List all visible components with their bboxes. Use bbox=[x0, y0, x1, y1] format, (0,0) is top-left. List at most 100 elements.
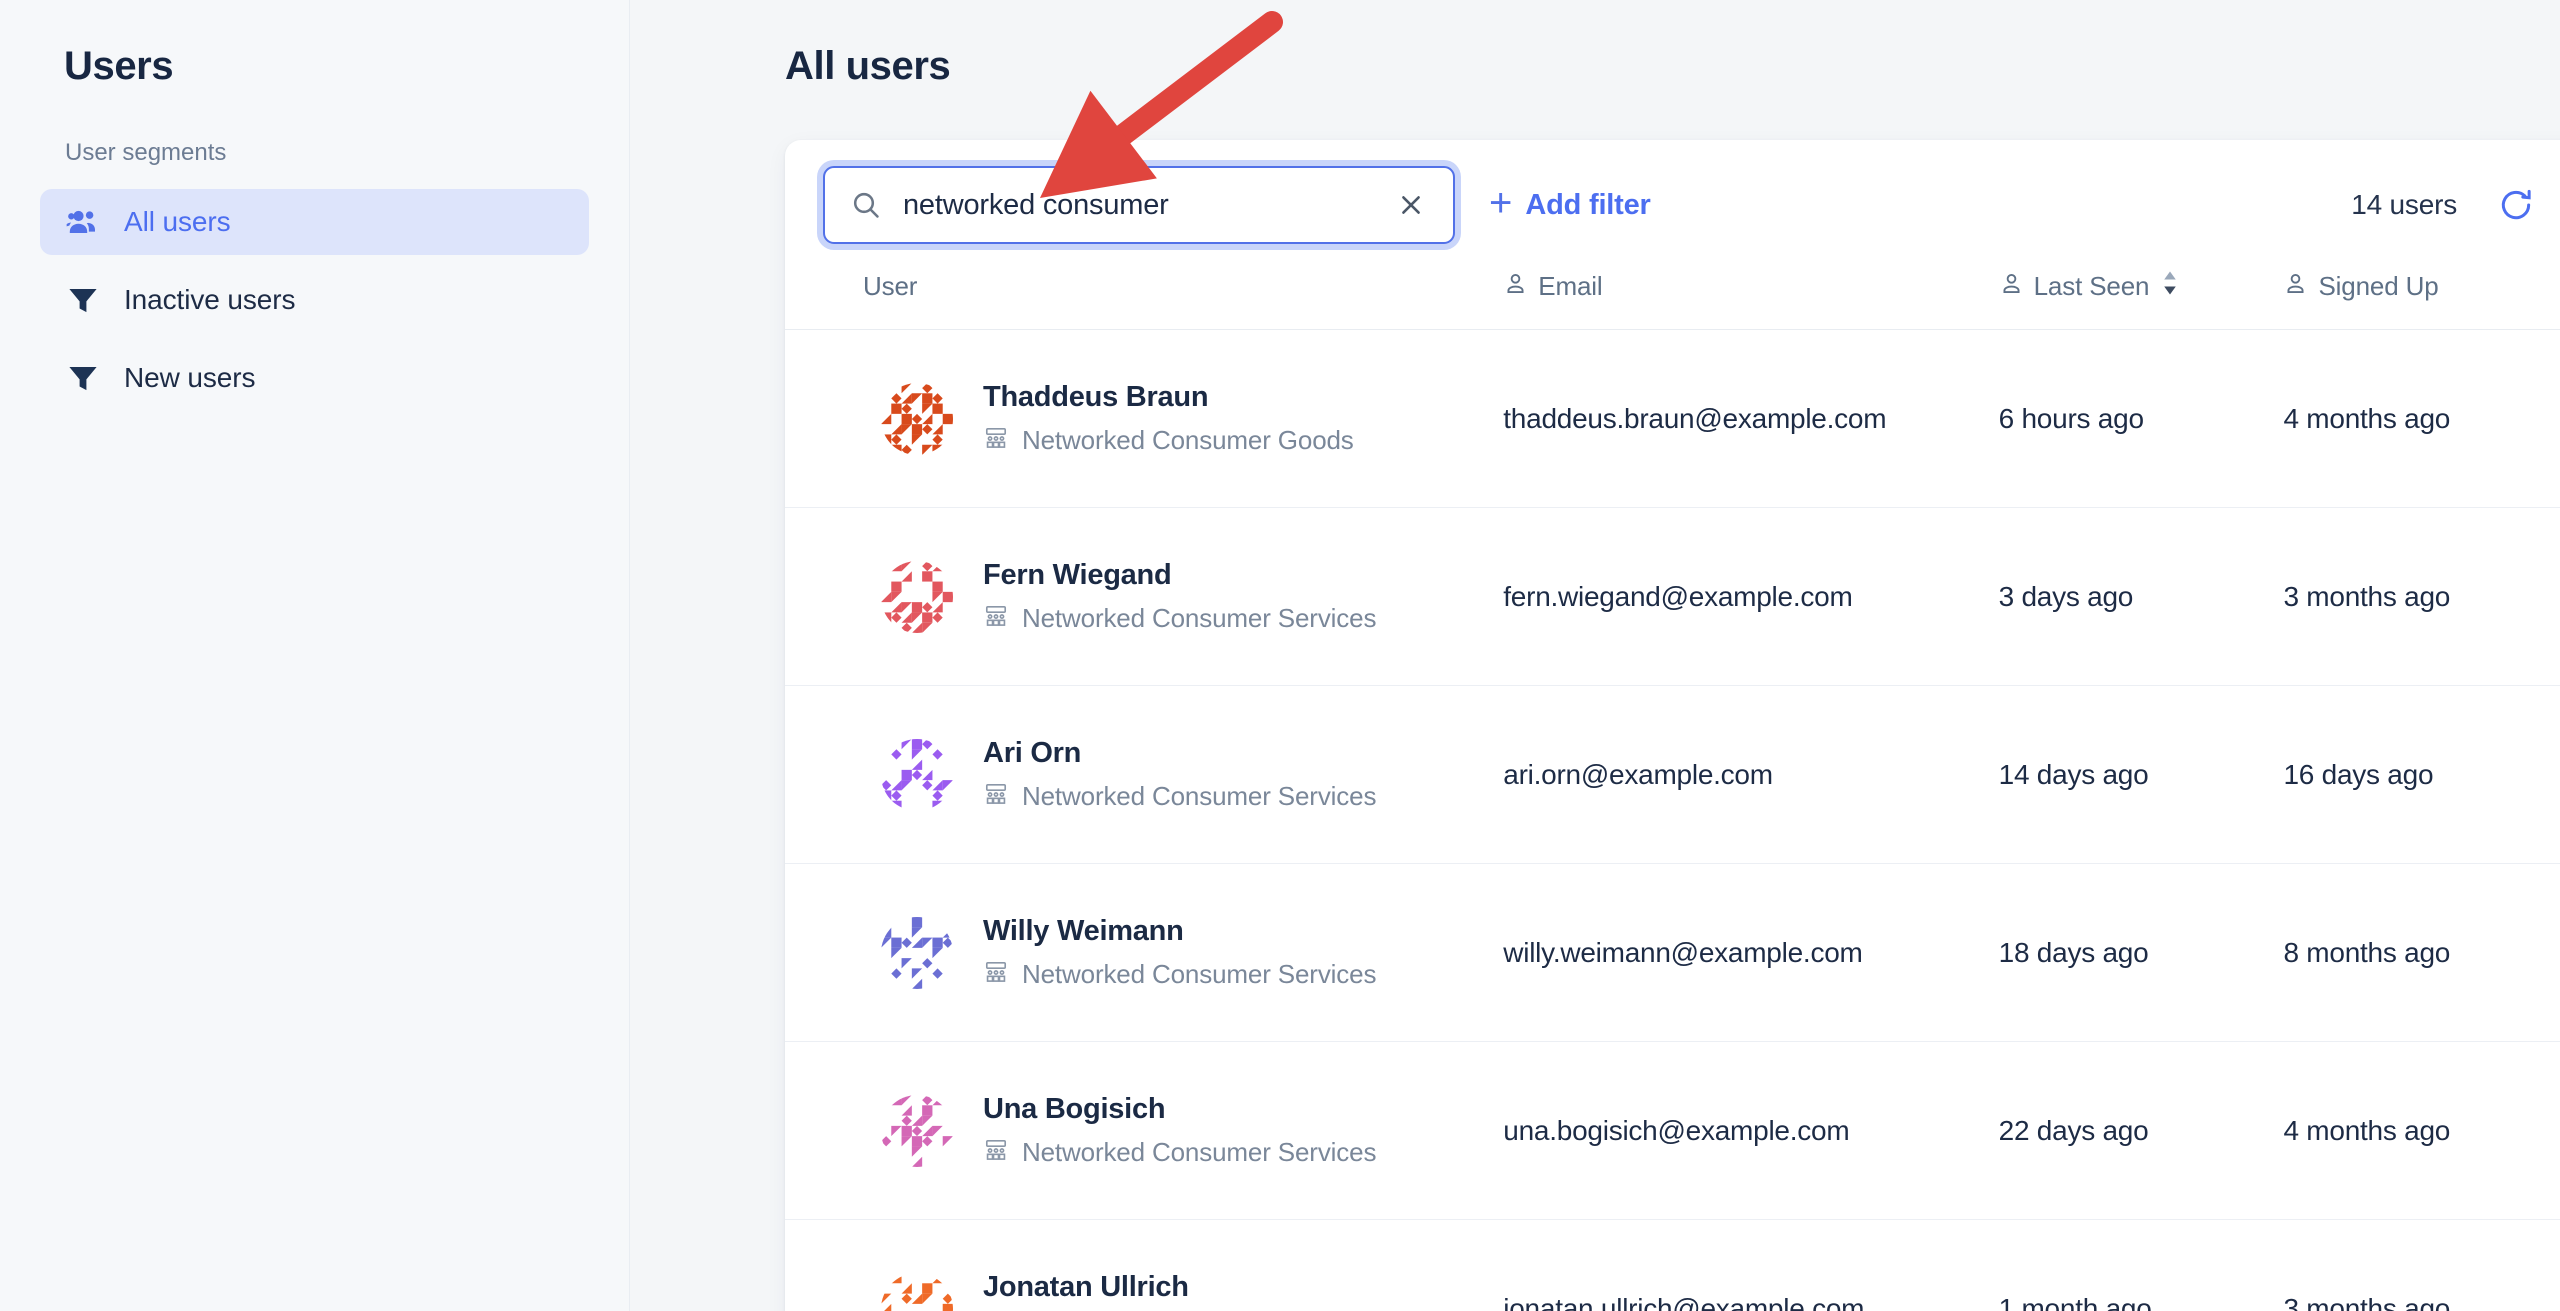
toolbar-right-group: 14 users bbox=[2351, 184, 2560, 226]
user-name[interactable]: Willy Weimann bbox=[983, 915, 1376, 948]
column-label: Email bbox=[1538, 271, 1603, 301]
sidebar: Users User segments All users Inactive u… bbox=[0, 0, 630, 1311]
table-row[interactable]: Jonatan Ullrich Networked Consumer Servi… bbox=[785, 1220, 2560, 1311]
person-icon bbox=[2283, 271, 2308, 303]
cell-last-seen: 1 month ago bbox=[1999, 1220, 2284, 1311]
sidebar-item-label: All users bbox=[124, 206, 231, 237]
table-row[interactable]: Fern Wiegand Networked Consumer Services… bbox=[785, 508, 2560, 686]
company-building-icon bbox=[983, 425, 1009, 456]
person-icon bbox=[1999, 271, 2024, 303]
user-name[interactable]: Jonatan Ullrich bbox=[983, 1271, 1376, 1304]
company-name: Networked Consumer Goods bbox=[1022, 425, 1354, 456]
search-input[interactable] bbox=[903, 188, 1391, 222]
avatar bbox=[881, 1272, 953, 1311]
sidebar-item-inactive-users[interactable]: Inactive users bbox=[40, 267, 589, 333]
column-header-email[interactable]: Email bbox=[1503, 270, 1998, 330]
cell-email: una.bogisich@example.com bbox=[1503, 1042, 1998, 1220]
cell-signed-up: 8 months ago bbox=[2283, 864, 2560, 1042]
cell-email: thaddeus.braun@example.com bbox=[1503, 330, 1998, 508]
last-seen-value: 1 month ago bbox=[1998, 1292, 2152, 1311]
users-table: User Email Last Seen Signed Up Thaddeus … bbox=[785, 270, 2560, 1311]
user-company: Networked Consumer Services bbox=[983, 781, 1376, 812]
user-segments-list: All users Inactive users New users bbox=[40, 189, 589, 411]
cell-user: Thaddeus Braun Networked Consumer Goods bbox=[785, 330, 1503, 508]
cell-last-seen: 22 days ago bbox=[1999, 1042, 2284, 1220]
users-card: + Add filter 14 users bbox=[785, 140, 2560, 1311]
add-filter-label: Add filter bbox=[1525, 188, 1651, 221]
last-seen-value: 14 days ago bbox=[1998, 758, 2149, 790]
last-seen-value: 18 days ago bbox=[1998, 936, 2149, 968]
last-seen-value: 22 days ago bbox=[1998, 1114, 2149, 1146]
user-name[interactable]: Ari Orn bbox=[983, 737, 1376, 770]
cell-email: willy.weimann@example.com bbox=[1503, 864, 1998, 1042]
company-building-icon bbox=[983, 1137, 1009, 1168]
main-content: All users networked consumer + Add filte… bbox=[630, 0, 2560, 1311]
cell-signed-up: 4 months ago bbox=[2283, 330, 2560, 508]
user-segments-label: User segments bbox=[65, 139, 227, 166]
column-header-user[interactable]: User bbox=[785, 270, 1503, 330]
user-company: Networked Consumer Services bbox=[983, 1137, 1376, 1168]
sort-arrows-icon[interactable] bbox=[2161, 270, 2179, 303]
email-value: thaddeus.braun@example.com bbox=[1503, 402, 1887, 434]
cell-user: Willy Weimann Networked Consumer Service… bbox=[785, 864, 1503, 1042]
cell-user: Fern Wiegand Networked Consumer Services bbox=[785, 508, 1503, 686]
user-name[interactable]: Fern Wiegand bbox=[983, 559, 1376, 592]
users-table-head: User Email Last Seen Signed Up bbox=[785, 270, 2560, 330]
page-title: All users bbox=[785, 44, 951, 88]
search-field[interactable] bbox=[823, 166, 1455, 244]
user-name[interactable]: Thaddeus Braun bbox=[983, 381, 1354, 414]
user-company: Networked Consumer Goods bbox=[983, 425, 1354, 456]
users-group-icon bbox=[64, 203, 102, 241]
sidebar-item-all-users[interactable]: All users bbox=[40, 189, 589, 255]
avatar bbox=[881, 1094, 953, 1167]
company-name: Networked Consumer Services bbox=[1022, 781, 1377, 812]
table-row[interactable]: Una Bogisich Networked Consumer Services… bbox=[785, 1042, 2560, 1220]
table-row[interactable]: Willy Weimann Networked Consumer Service… bbox=[785, 864, 2560, 1042]
sidebar-item-new-users[interactable]: New users bbox=[40, 345, 589, 411]
cell-signed-up: 3 months ago bbox=[2283, 508, 2560, 686]
company-building-icon bbox=[983, 781, 1009, 812]
company-name: Networked Consumer Services bbox=[1022, 1137, 1377, 1168]
cell-signed-up: 4 months ago bbox=[2283, 1042, 2560, 1220]
refresh-button[interactable] bbox=[2495, 184, 2537, 226]
clear-search-button[interactable] bbox=[1391, 185, 1431, 225]
cell-last-seen: 14 days ago bbox=[1999, 686, 2284, 864]
last-seen-value: 6 hours ago bbox=[1998, 402, 2144, 434]
filter-funnel-icon bbox=[64, 281, 102, 319]
email-value: jonatan.ullrich@example.com bbox=[1503, 1292, 1865, 1311]
avatar bbox=[881, 916, 953, 989]
add-filter-button[interactable]: + Add filter bbox=[1489, 183, 1651, 223]
table-header-row: User Email Last Seen Signed Up bbox=[785, 270, 2560, 330]
cell-last-seen: 6 hours ago bbox=[1999, 330, 2284, 508]
table-toolbar: + Add filter 14 users bbox=[785, 140, 2560, 270]
person-icon bbox=[1503, 271, 1528, 303]
email-value: fern.wiegand@example.com bbox=[1503, 580, 1853, 612]
column-header-signed-up[interactable]: Signed Up bbox=[2283, 270, 2560, 330]
cell-user: Una Bogisich Networked Consumer Services bbox=[785, 1042, 1503, 1220]
users-page: Users User segments All users Inactive u… bbox=[0, 0, 2560, 1311]
avatar bbox=[881, 382, 953, 455]
cell-email: ari.orn@example.com bbox=[1503, 686, 1998, 864]
column-header-last-seen[interactable]: Last Seen bbox=[1999, 270, 2284, 330]
search-icon bbox=[849, 189, 883, 221]
column-label: User bbox=[863, 271, 918, 301]
cell-last-seen: 3 days ago bbox=[1999, 508, 2284, 686]
signed-up-value: 4 months ago bbox=[2283, 1114, 2451, 1146]
cell-email: jonatan.ullrich@example.com bbox=[1503, 1220, 1998, 1311]
company-building-icon bbox=[983, 959, 1009, 990]
cell-user: Jonatan Ullrich Networked Consumer Servi… bbox=[785, 1220, 1503, 1311]
avatar bbox=[881, 560, 953, 633]
company-name: Networked Consumer Services bbox=[1022, 959, 1377, 990]
cell-signed-up: 16 days ago bbox=[2283, 686, 2560, 864]
signed-up-value: 3 months ago bbox=[2283, 580, 2451, 612]
signed-up-value: 3 months ago bbox=[2283, 1292, 2451, 1311]
table-row[interactable]: Ari Orn Networked Consumer Services ari.… bbox=[785, 686, 2560, 864]
cell-signed-up: 3 months ago bbox=[2283, 1220, 2560, 1311]
signed-up-value: 4 months ago bbox=[2283, 402, 2451, 434]
cell-user: Ari Orn Networked Consumer Services bbox=[785, 686, 1503, 864]
table-row[interactable]: Thaddeus Braun Networked Consumer Goods … bbox=[785, 330, 2560, 508]
user-name[interactable]: Una Bogisich bbox=[983, 1093, 1376, 1126]
cell-last-seen: 18 days ago bbox=[1999, 864, 2284, 1042]
signed-up-value: 8 months ago bbox=[2283, 936, 2451, 968]
sidebar-item-label: Inactive users bbox=[124, 284, 296, 315]
